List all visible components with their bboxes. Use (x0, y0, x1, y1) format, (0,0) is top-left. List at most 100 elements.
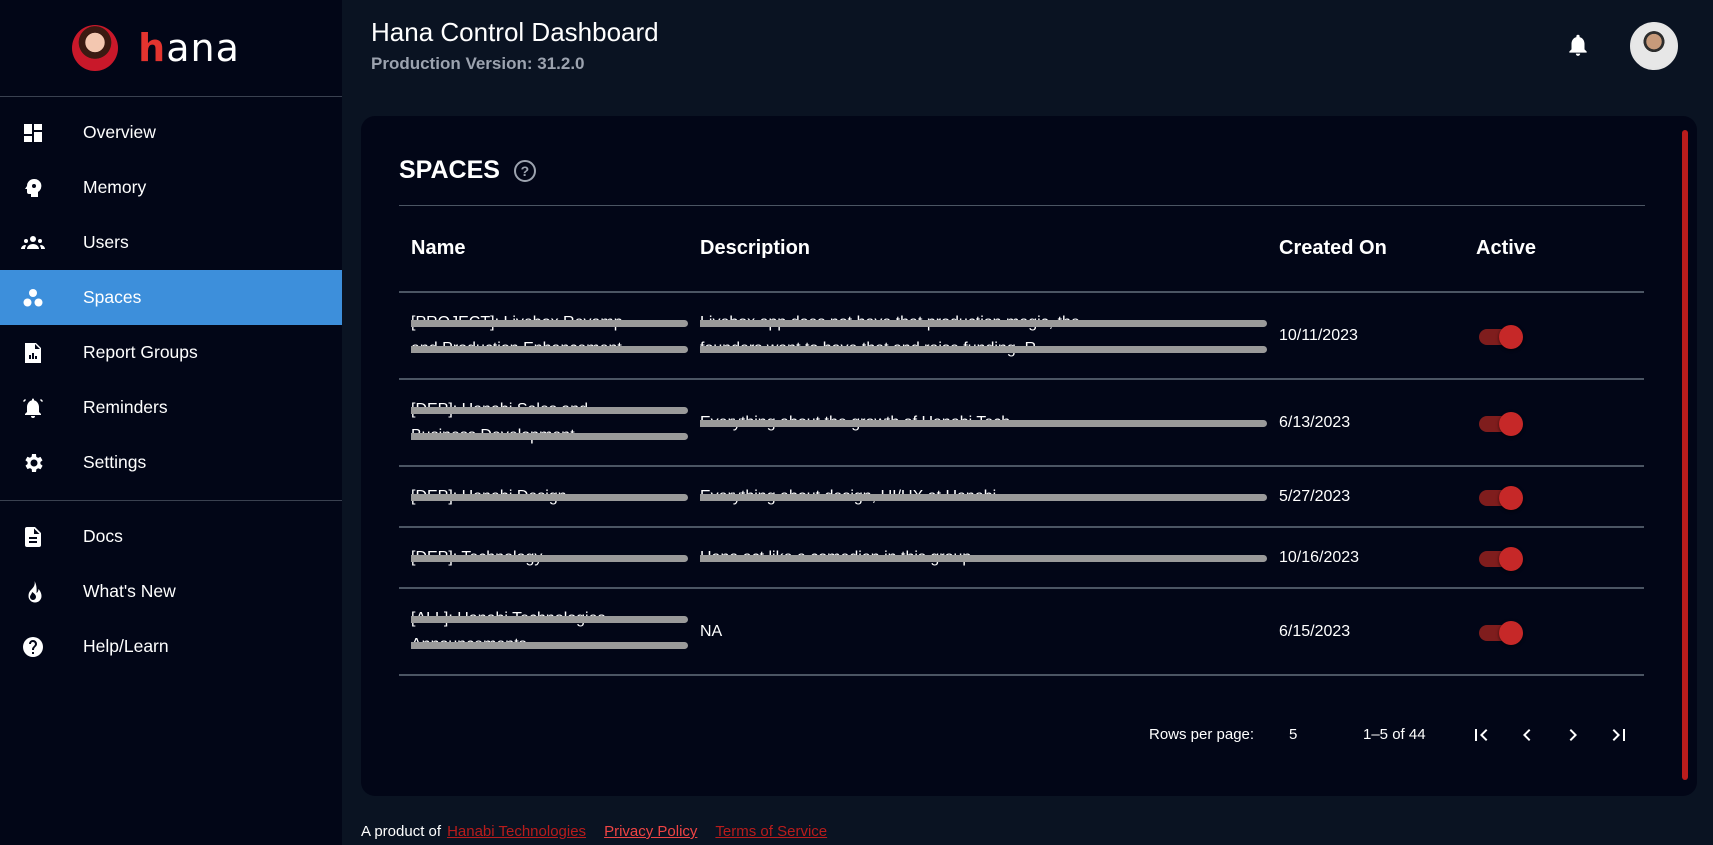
name-line: and Production Enhancement (411, 336, 688, 362)
redacted-description: Hana act like a comedian in this group. (700, 545, 1267, 571)
sidebar-item-help-learn[interactable]: Help/Learn (0, 619, 342, 674)
previous-page-icon[interactable] (1515, 723, 1539, 747)
sidebar: hana Overview Memory Users Spaces Report… (0, 0, 342, 845)
created-on-cell: 10/11/2023 (1267, 292, 1464, 380)
spaces-table: Name Description Created On Active [PROJ… (399, 206, 1644, 676)
redacted-description: Everything about design, UI/UX at Hanabi (700, 484, 1267, 510)
sidebar-item-reminders[interactable]: Reminders (0, 380, 342, 435)
sidebar-item-label: Reminders (83, 397, 168, 417)
table-pagination: Rows per page: 5 1–5 of 44 (361, 720, 1661, 750)
document-icon (20, 524, 46, 550)
name-line: Announcements (411, 632, 688, 658)
name-line: [DEP]: Hanabi Sales and (411, 397, 688, 423)
sidebar-secondary-nav: Docs What's New Help/Learn (0, 509, 342, 674)
active-cell (1464, 588, 1644, 676)
active-cell (1464, 527, 1644, 589)
table-header-row: Name Description Created On Active (399, 206, 1644, 293)
redacted-name: [ALL]: Hanabi Technologies Announcements (411, 606, 688, 658)
redacted-name: [DEP]: Hanabi Sales and Business Develop… (411, 397, 688, 449)
terms-of-service-link[interactable]: Terms of Service (715, 823, 827, 840)
rows-per-page-select[interactable]: 5 (1289, 726, 1297, 743)
table-row[interactable]: [DEP]: Technology Hana act like a comedi… (399, 527, 1644, 589)
gear-icon (20, 450, 46, 476)
redacted-name: [PROJECT]: Livebox Revamp and Production… (411, 310, 688, 362)
created-on-cell: 5/27/2023 (1267, 466, 1464, 528)
sidebar-item-label: Spaces (83, 287, 142, 307)
first-page-icon[interactable] (1469, 723, 1493, 747)
description-line: Livebox app does not have that productio… (700, 310, 1267, 336)
sidebar-item-label: Report Groups (83, 342, 198, 362)
sidebar-item-memory[interactable]: Memory (0, 160, 342, 215)
user-avatar[interactable] (1630, 22, 1678, 70)
sidebar-item-users[interactable]: Users (0, 215, 342, 270)
company-link[interactable]: Hanabi Technologies (447, 823, 586, 840)
workspaces-icon (20, 285, 46, 311)
notification-bell-icon[interactable] (1565, 32, 1591, 58)
description-line: founders want to have that and raise fun… (700, 336, 1267, 362)
active-toggle[interactable] (1479, 324, 1523, 349)
rows-per-page-label: Rows per page: (1149, 726, 1255, 743)
sidebar-item-spaces[interactable]: Spaces (0, 270, 342, 325)
column-header-active[interactable]: Active (1464, 206, 1644, 293)
sidebar-item-label: Users (83, 232, 129, 252)
space-description-cell: Everything about the growth of Hanabi Te… (688, 379, 1267, 467)
sidebar-item-label: What's New (83, 581, 176, 601)
brand-logo[interactable]: hana (0, 0, 342, 97)
sidebar-item-overview[interactable]: Overview (0, 105, 342, 160)
description-line: Everything about the growth of Hanabi Te… (700, 410, 1267, 436)
top-header: Hana Control Dashboard Production Versio… (342, 0, 1713, 100)
redacted-description: Everything about the growth of Hanabi Te… (700, 410, 1267, 436)
name-line: [DEP]: Hanabi Design (411, 484, 688, 510)
name-line: [ALL]: Hanabi Technologies (411, 606, 688, 632)
table-row[interactable]: [PROJECT]: Livebox Revamp and Production… (399, 292, 1644, 380)
table-row[interactable]: [DEP]: Hanabi Design Everything about de… (399, 466, 1644, 528)
active-toggle[interactable] (1479, 485, 1523, 510)
active-toggle[interactable] (1479, 546, 1523, 571)
group-icon (20, 230, 46, 256)
brand-wordmark: hana (138, 26, 240, 70)
active-cell (1464, 292, 1644, 380)
sidebar-item-label: Docs (83, 526, 123, 546)
help-circle-icon (20, 634, 46, 660)
sidebar-item-whats-new[interactable]: What's New (0, 564, 342, 619)
brand-avatar (72, 25, 119, 71)
name-line: [DEP]: Technology (411, 545, 688, 571)
column-header-name[interactable]: Name (399, 206, 688, 293)
sidebar-item-label: Memory (83, 177, 147, 197)
redacted-name: [DEP]: Technology (411, 545, 688, 571)
last-page-icon[interactable] (1607, 723, 1631, 747)
sidebar-item-docs[interactable]: Docs (0, 509, 342, 564)
dashboard-icon (20, 120, 46, 146)
fire-icon (20, 579, 46, 605)
space-description-cell: Livebox app does not have that productio… (688, 292, 1267, 380)
space-description-cell: NA (688, 588, 1267, 676)
column-header-description[interactable]: Description (688, 206, 1267, 293)
created-on-cell: 6/13/2023 (1267, 379, 1464, 467)
sidebar-nav: Overview Memory Users Spaces Report Grou… (0, 97, 342, 490)
table-row[interactable]: [DEP]: Hanabi Sales and Business Develop… (399, 379, 1644, 467)
version-label: Production Version: 31.2.0 (371, 54, 585, 73)
name-line: [PROJECT]: Livebox Revamp (411, 310, 688, 336)
sidebar-item-label: Help/Learn (83, 636, 169, 656)
card-scrollbar[interactable] (1682, 130, 1688, 780)
redacted-description: Livebox app does not have that productio… (700, 310, 1267, 362)
table-row[interactable]: [ALL]: Hanabi Technologies Announcements… (399, 588, 1644, 676)
next-page-icon[interactable] (1561, 723, 1585, 747)
help-icon[interactable]: ? (513, 159, 536, 182)
description-line: Hana act like a comedian in this group. (700, 545, 1267, 571)
sidebar-item-report-groups[interactable]: Report Groups (0, 325, 342, 380)
active-toggle[interactable] (1479, 620, 1523, 645)
active-cell (1464, 466, 1644, 528)
brain-head-icon (20, 175, 46, 201)
active-toggle[interactable] (1479, 411, 1523, 436)
report-icon (20, 340, 46, 366)
description-line: Everything about design, UI/UX at Hanabi (700, 484, 1267, 510)
privacy-policy-link[interactable]: Privacy Policy (604, 823, 697, 840)
spaces-title: SPACES ? (399, 156, 536, 185)
column-header-created-on[interactable]: Created On (1267, 206, 1464, 293)
sidebar-item-settings[interactable]: Settings (0, 435, 342, 490)
space-name-cell: [DEP]: Hanabi Design (399, 466, 688, 528)
pagination-range: 1–5 of 44 (1363, 726, 1426, 743)
space-name-cell: [PROJECT]: Livebox Revamp and Production… (399, 292, 688, 380)
space-name-cell: [ALL]: Hanabi Technologies Announcements (399, 588, 688, 676)
